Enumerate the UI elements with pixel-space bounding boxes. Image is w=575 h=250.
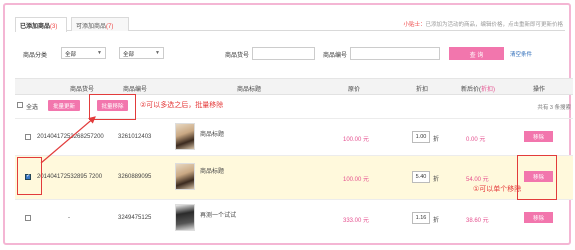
annotation-arrow <box>40 116 96 164</box>
page-frame: 已添加商品(3) 可添加商品(7) 小贴士：已添加为活动的商品，编辑价格，点击重… <box>3 3 573 245</box>
